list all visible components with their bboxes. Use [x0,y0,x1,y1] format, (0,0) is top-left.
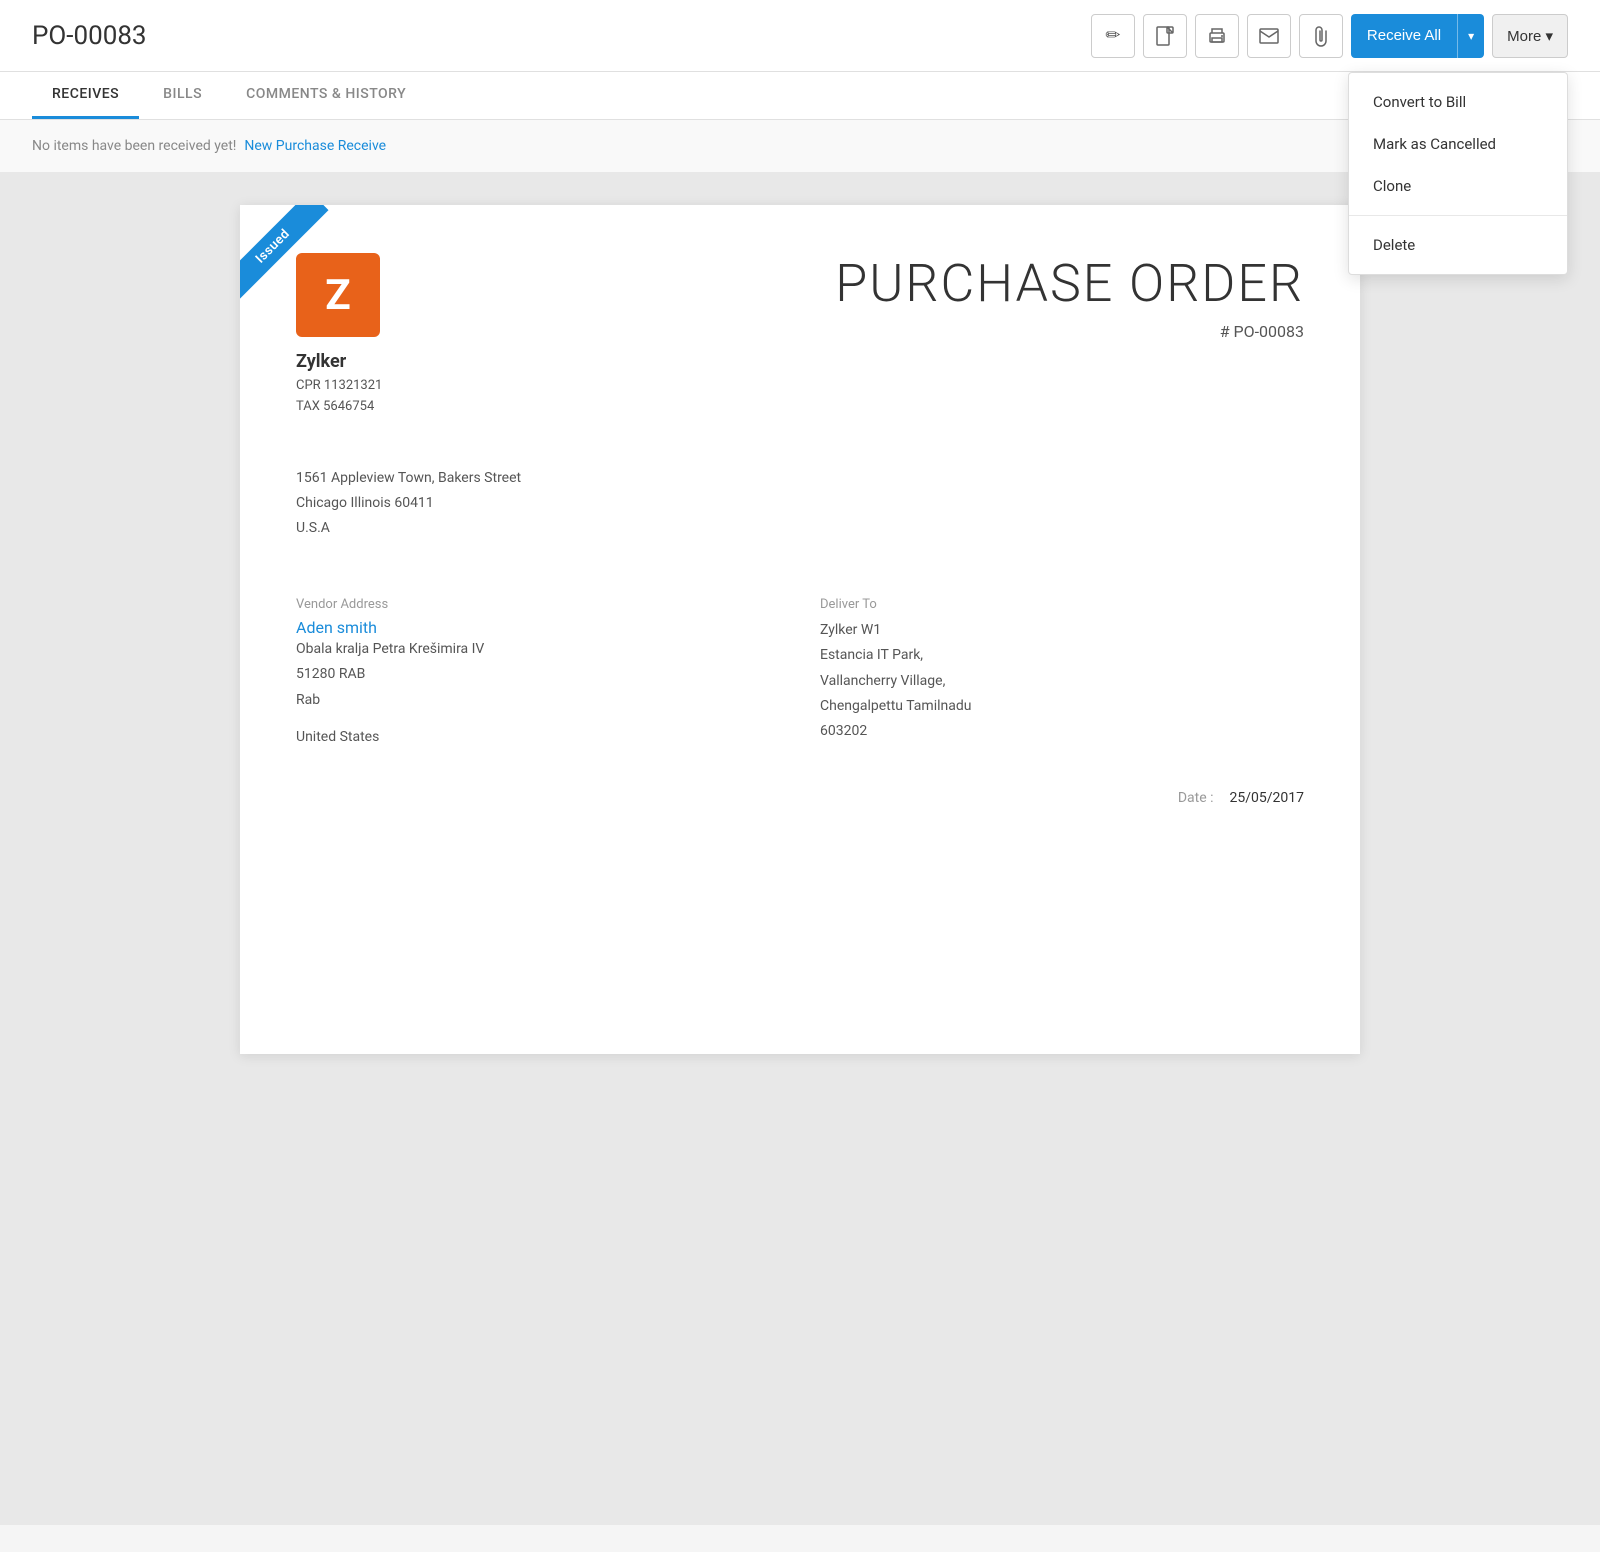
vendor-address-line2: 51280 RAB [296,662,780,687]
status-ribbon: Issued [240,205,360,325]
company-name: Zylker [296,351,382,372]
dropdown-group-1: Convert to Bill Mark as Cancelled Clone [1349,73,1567,216]
receive-all-button[interactable]: Receive All ▾ [1351,14,1484,58]
mark-as-cancelled-item[interactable]: Mark as Cancelled [1349,123,1567,165]
document-title-area: PURCHASE ORDER # PO-00083 [835,253,1304,341]
dropdown-group-2: Delete [1349,216,1567,274]
document-wrapper: Issued Z Zylker CPR 11321321 TAX 5646754… [0,173,1600,1525]
deliver-to-label: Deliver To [820,597,1304,612]
email-button[interactable] [1247,14,1291,58]
document-header: Z Zylker CPR 11321321 TAX 5646754 PURCHA… [296,253,1304,418]
more-button[interactable]: More ▾ [1492,14,1568,58]
company-address-block: 1561 Appleview Town, Bakers Street Chica… [296,466,1304,542]
company-tax: TAX 5646754 [296,397,382,418]
vendor-address-line3: Rab [296,688,780,713]
edit-button[interactable]: ✏ [1091,14,1135,58]
company-cpr: CPR 11321321 [296,376,382,397]
document-title: PURCHASE ORDER [835,253,1304,314]
company-address-line3: U.S.A [296,516,1304,541]
company-address-line2: Chicago Illinois 60411 [296,491,1304,516]
pdf-button[interactable] [1143,14,1187,58]
receive-all-caret[interactable]: ▾ [1457,14,1484,58]
attachment-button[interactable] [1299,14,1343,58]
date-value: 25/05/2017 [1230,790,1305,806]
date-label: Date : [1178,790,1214,806]
ribbon-label: Issued [240,205,329,302]
new-purchase-receive-link[interactable]: New Purchase Receive [244,138,386,154]
company-address-line1: 1561 Appleview Town, Bakers Street [296,466,1304,491]
print-button[interactable] [1195,14,1239,58]
vendor-country: United States [296,725,780,750]
header-actions: ✏ [1091,14,1568,58]
more-dropdown: Convert to Bill Mark as Cancelled Clone … [1348,72,1568,275]
tab-receives[interactable]: RECEIVES [32,72,139,119]
deliver-to-line2: Estancia IT Park, [820,643,1304,668]
tab-comments-history[interactable]: COMMENTS & HISTORY [226,72,426,119]
empty-state-message: No items have been received yet! [32,138,236,154]
deliver-to-line5: 603202 [820,719,1304,744]
tab-bills[interactable]: BILLS [143,72,222,119]
page-title: PO-00083 [32,21,147,51]
clone-item[interactable]: Clone [1349,165,1567,207]
deliver-to-block: Deliver To Zylker W1 Estancia IT Park, V… [820,597,1304,750]
deliver-to-line4: Chengalpettu Tamilnadu [820,694,1304,719]
purchase-order-document: Issued Z Zylker CPR 11321321 TAX 5646754… [240,205,1360,1054]
deliver-to-line3: Vallancherry Village, [820,669,1304,694]
document-number: # PO-00083 [835,322,1304,341]
page-header: PO-00083 ✏ [0,0,1600,72]
deliver-to-line1: Zylker W1 [820,618,1304,643]
vendor-address-line1: Obala kralja Petra Krešimira IV [296,637,780,662]
convert-to-bill-item[interactable]: Convert to Bill [1349,81,1567,123]
vendor-address-block: Vendor Address Aden smith Obala kralja P… [296,597,780,750]
delete-item[interactable]: Delete [1349,224,1567,266]
vendor-name-link[interactable]: Aden smith [296,618,377,637]
document-date-row: Date : 25/05/2017 [296,790,1304,806]
vendor-address-label: Vendor Address [296,597,780,612]
